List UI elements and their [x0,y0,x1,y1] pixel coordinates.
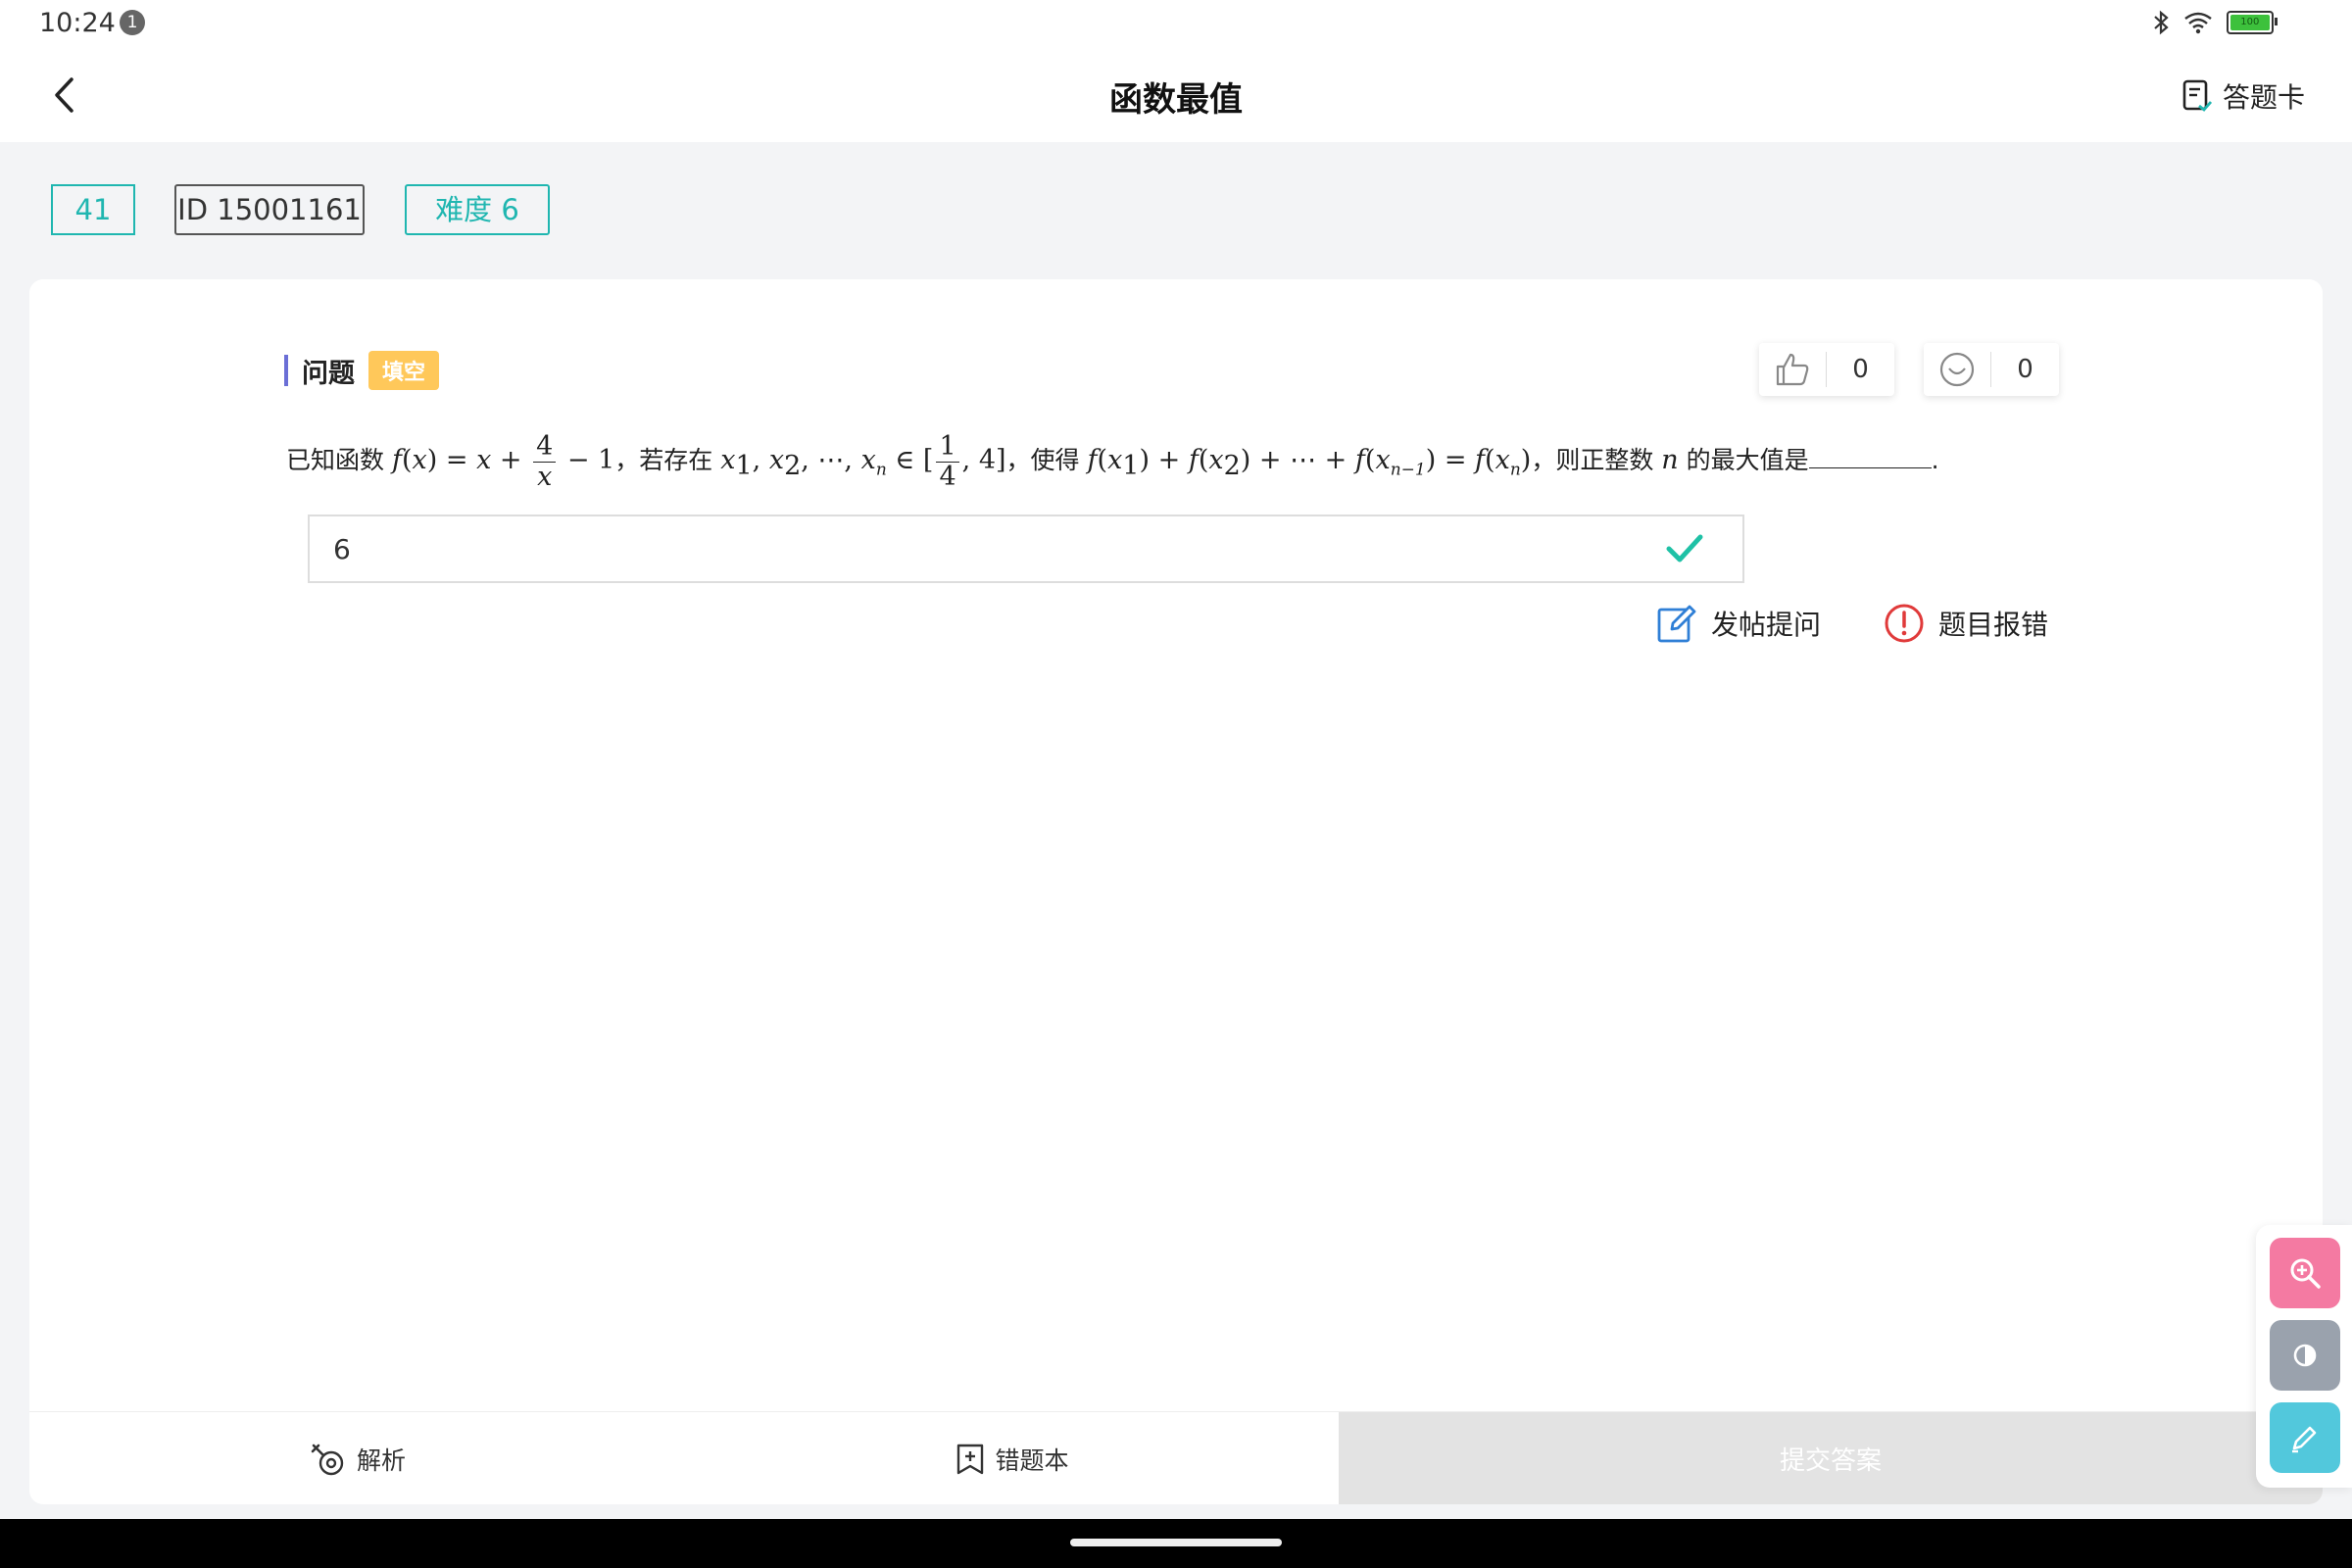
question-type-badge: 填空 [368,351,440,390]
analysis-icon [311,1444,344,1475]
status-time: 10:24 [39,8,116,38]
contrast-button[interactable] [2270,1320,2340,1391]
post-question-label: 发帖提问 [1711,609,1822,641]
check-icon [1666,534,1703,563]
notification-badge: 1 [120,10,145,35]
pen-icon [2292,1426,2317,1453]
reaction-button[interactable]: 0 [1924,343,2059,396]
answer-input[interactable]: 6 [308,514,1744,583]
contrast-icon [2293,1344,2317,1367]
battery-icon: 100 [2227,11,2278,34]
system-nav-bar [0,1519,2352,1568]
report-error-button[interactable]: 题目报错 [1884,603,2048,644]
report-error-label: 题目报错 [1938,609,2049,641]
zoom-in-icon [2290,1258,2321,1289]
question-card: 问题 填空 0 0 已知函数 f(x) = x + 4x − 1，若存在 x1,… [29,279,2323,1504]
bluetooth-icon [2154,10,2169,35]
wrong-book-button[interactable]: 错题本 [686,1412,1339,1504]
analysis-label: 解析 [356,1446,406,1475]
section-title: 问题 [302,358,355,389]
post-question-button[interactable]: 发帖提问 [1656,603,1821,644]
zoom-button[interactable] [2270,1238,2340,1308]
answer-value: 6 [333,533,351,565]
floating-tools [2256,1225,2352,1488]
answer-card-button[interactable]: 答题卡 [2181,76,2305,116]
app-header: 函数最值 答题卡 [0,49,2352,142]
question-text: 已知函数 f(x) = x + 4x − 1，若存在 x1, x2, ⋯, xn… [286,430,1939,492]
submit-answer-button[interactable]: 提交答案 [1339,1412,2323,1504]
home-indicator[interactable] [1070,1539,1282,1546]
submit-answer-label: 提交答案 [1779,1446,1882,1476]
edit-icon [1657,605,1696,643]
question-header: 问题 填空 [284,351,440,390]
question-id-tag: ID 15001161 [174,184,365,235]
answer-card-label: 答题卡 [2222,81,2305,114]
wrong-book-label: 错题本 [995,1446,1069,1475]
status-bar: 10:24 1 100 [0,0,2352,49]
bookmark-add-icon [957,1444,984,1474]
warning-icon [1885,604,1924,643]
status-icons: 100 [2152,10,2278,35]
thumbs-up-icon [1776,353,1809,386]
difficulty-tag: 难度 6 [405,184,550,235]
question-number-tag: 41 [51,184,135,235]
pen-button[interactable] [2270,1402,2340,1473]
answer-sheet-icon [2182,79,2213,112]
like-count: 0 [1852,355,1869,384]
answer-blank [1808,438,1932,468]
bottom-bar: 解析 错题本 提交答案 [29,1411,2323,1504]
section-marker [284,355,288,386]
analysis-button[interactable]: 解析 [29,1412,686,1504]
wifi-icon [2184,12,2212,34]
smiley-icon [1939,352,1975,387]
like-button[interactable]: 0 [1759,343,1894,396]
reaction-count: 0 [2017,355,2034,384]
page-title: 函数最值 [1109,80,1243,120]
